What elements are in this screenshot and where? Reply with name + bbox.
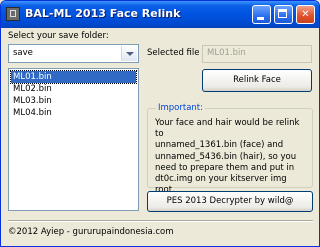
selected-file-field: ML01.bin — [202, 45, 312, 63]
selected-file-label: Selected file — [147, 48, 200, 58]
important-title: Important: — [156, 103, 206, 113]
important-groupbox: Important: Your face and hair would be r… — [147, 103, 313, 195]
important-line: need to prepare them and put in — [155, 162, 295, 173]
app-icon — [6, 7, 20, 21]
important-text: Your face and hair would be relink to un… — [155, 118, 309, 196]
window-title: BAL-ML 2013 Face Relink — [25, 7, 181, 20]
list-item[interactable]: ML02.bin — [11, 83, 136, 95]
app-window: BAL-ML 2013 Face Relink ✕ Select your sa… — [0, 0, 320, 247]
maximize-button[interactable] — [274, 5, 293, 24]
chevron-down-icon[interactable] — [121, 46, 137, 61]
decrypter-button[interactable]: PES 2013 Decrypter by wild@ — [147, 191, 313, 212]
title-bar[interactable]: BAL-ML 2013 Face Relink ✕ — [1, 1, 319, 28]
important-line: unnamed_5436.bin (hair), so you — [155, 151, 297, 162]
save-file-list[interactable]: ML01.bin ML02.bin ML03.bin ML04.bin — [8, 68, 139, 211]
list-item[interactable]: ML03.bin — [11, 95, 136, 107]
save-folder-value: save — [13, 48, 33, 58]
minimize-button[interactable] — [252, 5, 271, 24]
relink-face-button[interactable]: Relink Face — [202, 69, 312, 92]
footer-credit: ©2012 Ayiep - gururupaindonesia.com — [8, 227, 174, 237]
close-button[interactable]: ✕ — [296, 5, 315, 24]
important-line: Your face and hair would be relink to — [155, 118, 300, 140]
list-item[interactable]: ML04.bin — [11, 107, 136, 119]
list-item[interactable]: ML01.bin — [10, 70, 137, 84]
save-folder-dropdown[interactable]: save — [8, 44, 139, 63]
save-folder-label: Select your save folder: — [8, 31, 109, 41]
footer-separator — [8, 220, 313, 222]
important-line: unnamed_1361.bin (face) and — [155, 140, 284, 151]
